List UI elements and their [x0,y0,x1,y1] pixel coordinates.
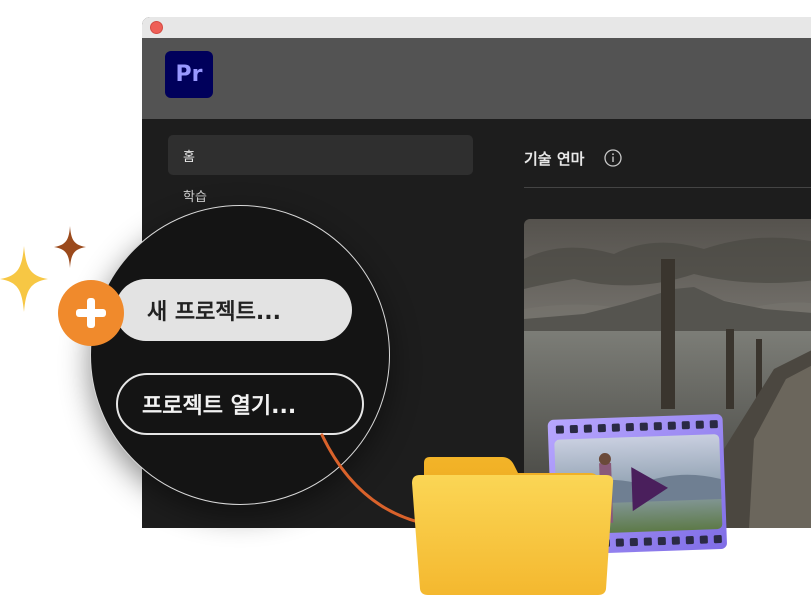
info-icon[interactable] [604,149,622,167]
folder-icon [412,457,614,595]
sidebar-item-label: 홈 [183,149,195,165]
open-project-label: 프로젝트 열기... [142,394,297,419]
new-project-button[interactable]: 새 프로젝트... [115,279,352,341]
sparkle-icon [54,226,86,268]
sidebar-item-label: 학습 [183,189,207,205]
sparkle-icon [0,246,48,312]
section-title: 기술 연마 [524,150,585,168]
new-project-label: 새 프로젝트... [147,300,281,325]
plus-icon [58,280,124,346]
app-header: Pr [142,38,811,119]
section-divider [524,187,811,188]
premiere-pro-logo: Pr [165,51,213,98]
sidebar-item-home[interactable]: 홈 [168,135,473,175]
close-window-button[interactable] [150,21,163,34]
window-titlebar [142,17,811,38]
